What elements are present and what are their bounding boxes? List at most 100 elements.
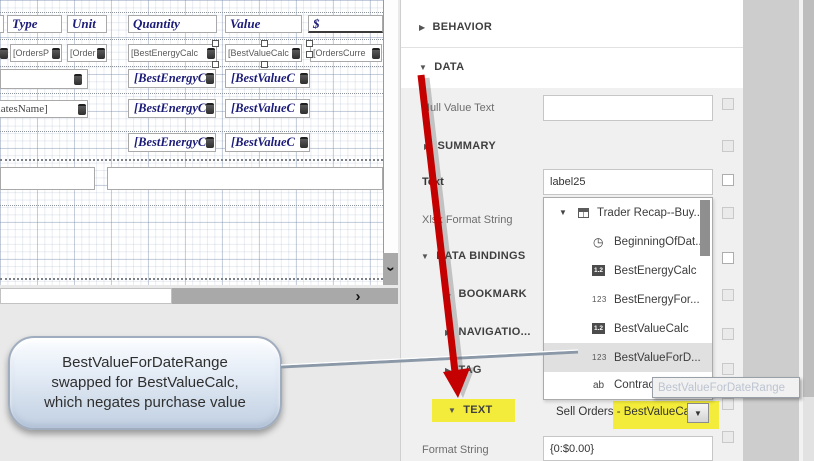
text-property-label: Text — [422, 176, 444, 188]
field-item[interactable]: 1.2 BestEnergyCalc — [544, 256, 712, 285]
null-value-text-input[interactable] — [543, 95, 713, 121]
designer-vertical-scrollbar[interactable] — [383, 0, 398, 285]
text-property-input[interactable] — [543, 169, 713, 195]
group-cell-associates-name[interactable]: sociatesName] — [0, 100, 88, 118]
footer-cell-empty[interactable] — [107, 167, 383, 190]
horizontal-scroll-thumb[interactable] — [0, 288, 172, 304]
selection-handle[interactable] — [212, 61, 219, 68]
field-cell-label: [BestEnergyCalc — [131, 48, 198, 58]
designer-horizontal-scrollbar[interactable]: › — [0, 288, 398, 304]
format-string-input[interactable] — [543, 436, 713, 461]
collapsed-arrow-icon: ▶ — [445, 328, 451, 337]
panel-scrollbar-thumb[interactable] — [803, 0, 814, 397]
footer-cell-empty[interactable] — [0, 167, 95, 190]
field-cell-order[interactable]: [Order — [67, 44, 107, 62]
property-checkbox[interactable] — [722, 174, 734, 186]
selection-handle[interactable] — [306, 51, 313, 58]
field-binding-icon — [78, 104, 86, 115]
field-item-hovered[interactable]: 123 BestValueForD... — [544, 343, 712, 372]
chevron-right-icon: › — [356, 288, 361, 305]
band-separator — [0, 39, 383, 40]
field-item[interactable]: 123 BestEnergyFor... — [544, 285, 712, 314]
section-label: BOOKMARK — [458, 288, 526, 300]
property-checkbox[interactable] — [722, 98, 734, 110]
section-data[interactable]: ▼DATA — [419, 61, 464, 73]
section-summary[interactable]: ▶SUMMARY — [424, 140, 496, 152]
selection-handle[interactable] — [261, 40, 268, 47]
selection-handle[interactable] — [261, 61, 268, 68]
tree-node-label: Trader Recap--Buy... — [597, 207, 703, 219]
field-binding-icon — [206, 103, 214, 114]
section-label: DATA — [434, 61, 464, 73]
section-tag[interactable]: ▶TAG — [445, 364, 482, 376]
field-item[interactable]: ◷ BeginningOfDat... — [544, 227, 712, 256]
field-binding-icon — [52, 48, 60, 59]
total-cell-label: [BestValueC — [231, 135, 295, 150]
collapsed-arrow-icon: ▶ — [445, 366, 451, 375]
section-label: BEHAVIOR — [432, 21, 492, 33]
section-text[interactable]: ▼ TEXT — [448, 404, 493, 416]
scroll-down-button[interactable]: › — [383, 253, 398, 285]
field-cell-best-energy-calc[interactable]: [BestEnergyCalc — [128, 44, 217, 62]
band-separator — [0, 205, 383, 206]
section-behavior[interactable]: ▶BEHAVIOR — [419, 21, 492, 33]
binding-dropdown-button[interactable]: ▼ — [687, 403, 709, 423]
property-checkbox[interactable] — [722, 252, 734, 264]
total-cell-best-value[interactable]: [BestValueC — [225, 99, 310, 118]
field-item-label: BestValueCalc — [614, 323, 689, 335]
field-item[interactable]: 1.2 BestValueCalc — [544, 314, 712, 343]
field-binding-icon — [206, 73, 214, 84]
selection-handle[interactable] — [306, 40, 313, 47]
section-navigation[interactable]: ▶NAVIGATIO... — [445, 326, 531, 338]
field-binding-icon — [292, 48, 300, 59]
field-cell-orders-curre[interactable]: [OrdersCurre — [310, 44, 382, 62]
total-cell-best-energy[interactable]: [BestEnergyC — [128, 99, 216, 118]
header-cell-type[interactable]: Type — [7, 15, 62, 33]
section-label: SUMMARY — [437, 140, 496, 152]
total-cell-best-value[interactable]: [BestValueC — [225, 133, 310, 152]
field-binding-icon — [300, 137, 308, 148]
null-value-text-label: Null Value Text — [422, 102, 494, 114]
band-separator — [0, 66, 383, 67]
group-cell-empty[interactable] — [0, 69, 88, 89]
section-data-bindings[interactable]: ▼DATA BINDINGS — [421, 250, 525, 262]
group-cell-label: sociatesName] — [0, 103, 48, 115]
header-cell-dollar[interactable]: $ — [308, 15, 383, 33]
header-cell-value[interactable]: Value — [225, 15, 302, 33]
expanded-arrow-icon: ▼ — [421, 252, 429, 261]
scroll-right-button[interactable]: › — [348, 288, 368, 304]
band-separator — [0, 159, 383, 161]
field-binding-icon — [300, 103, 308, 114]
property-checkbox[interactable] — [722, 328, 734, 340]
property-checkbox[interactable] — [722, 431, 734, 443]
property-checkbox[interactable] — [722, 363, 734, 375]
property-checkbox[interactable] — [722, 207, 734, 219]
field-binding-icon — [300, 73, 308, 84]
tree-node-datasource[interactable]: ▼ Trader Recap--Buy... — [544, 198, 712, 227]
property-checkbox[interactable] — [722, 398, 734, 410]
field-item-label: BestValueForD... — [614, 352, 701, 364]
text-binding-combo[interactable]: Sell Orders - BestValueCalc — [556, 406, 698, 418]
annotation-text: BestValueForDateRange swapped for BestVa… — [44, 353, 246, 412]
dropdown-arrow-icon: ▼ — [694, 409, 702, 418]
total-cell-best-energy[interactable]: [BestEnergyC — [128, 69, 216, 88]
header-cell-quantity[interactable]: Quantity — [128, 15, 217, 33]
property-checkbox[interactable] — [722, 140, 734, 152]
xlsx-format-string-label: Xlsx Format String — [422, 214, 512, 226]
property-checkbox[interactable] — [722, 289, 734, 301]
selection-handle[interactable] — [212, 40, 219, 47]
band-separator — [0, 93, 383, 94]
section-label: TEXT — [463, 404, 492, 416]
section-bookmark[interactable]: ▶BOOKMARK — [445, 288, 527, 300]
decimal-field-icon: 1.2 — [592, 323, 605, 334]
expanded-arrow-icon: ▼ — [448, 406, 456, 415]
panel-header-area — [401, 0, 744, 88]
string-field-icon: ab — [593, 380, 604, 391]
total-cell-best-energy[interactable]: [BestEnergyC — [128, 133, 216, 152]
header-cell-unit[interactable]: Unit — [67, 15, 107, 33]
total-cell-best-value[interactable]: [BestValueC — [225, 69, 310, 88]
field-cell-orders-p[interactable]: [OrdersP — [10, 44, 62, 62]
report-design-surface[interactable]: Type Unit Quantity Value $ [OrdersP [Ord… — [0, 0, 383, 285]
popup-scrollbar-thumb[interactable] — [700, 200, 710, 256]
header-cell-clipped[interactable] — [0, 15, 4, 33]
